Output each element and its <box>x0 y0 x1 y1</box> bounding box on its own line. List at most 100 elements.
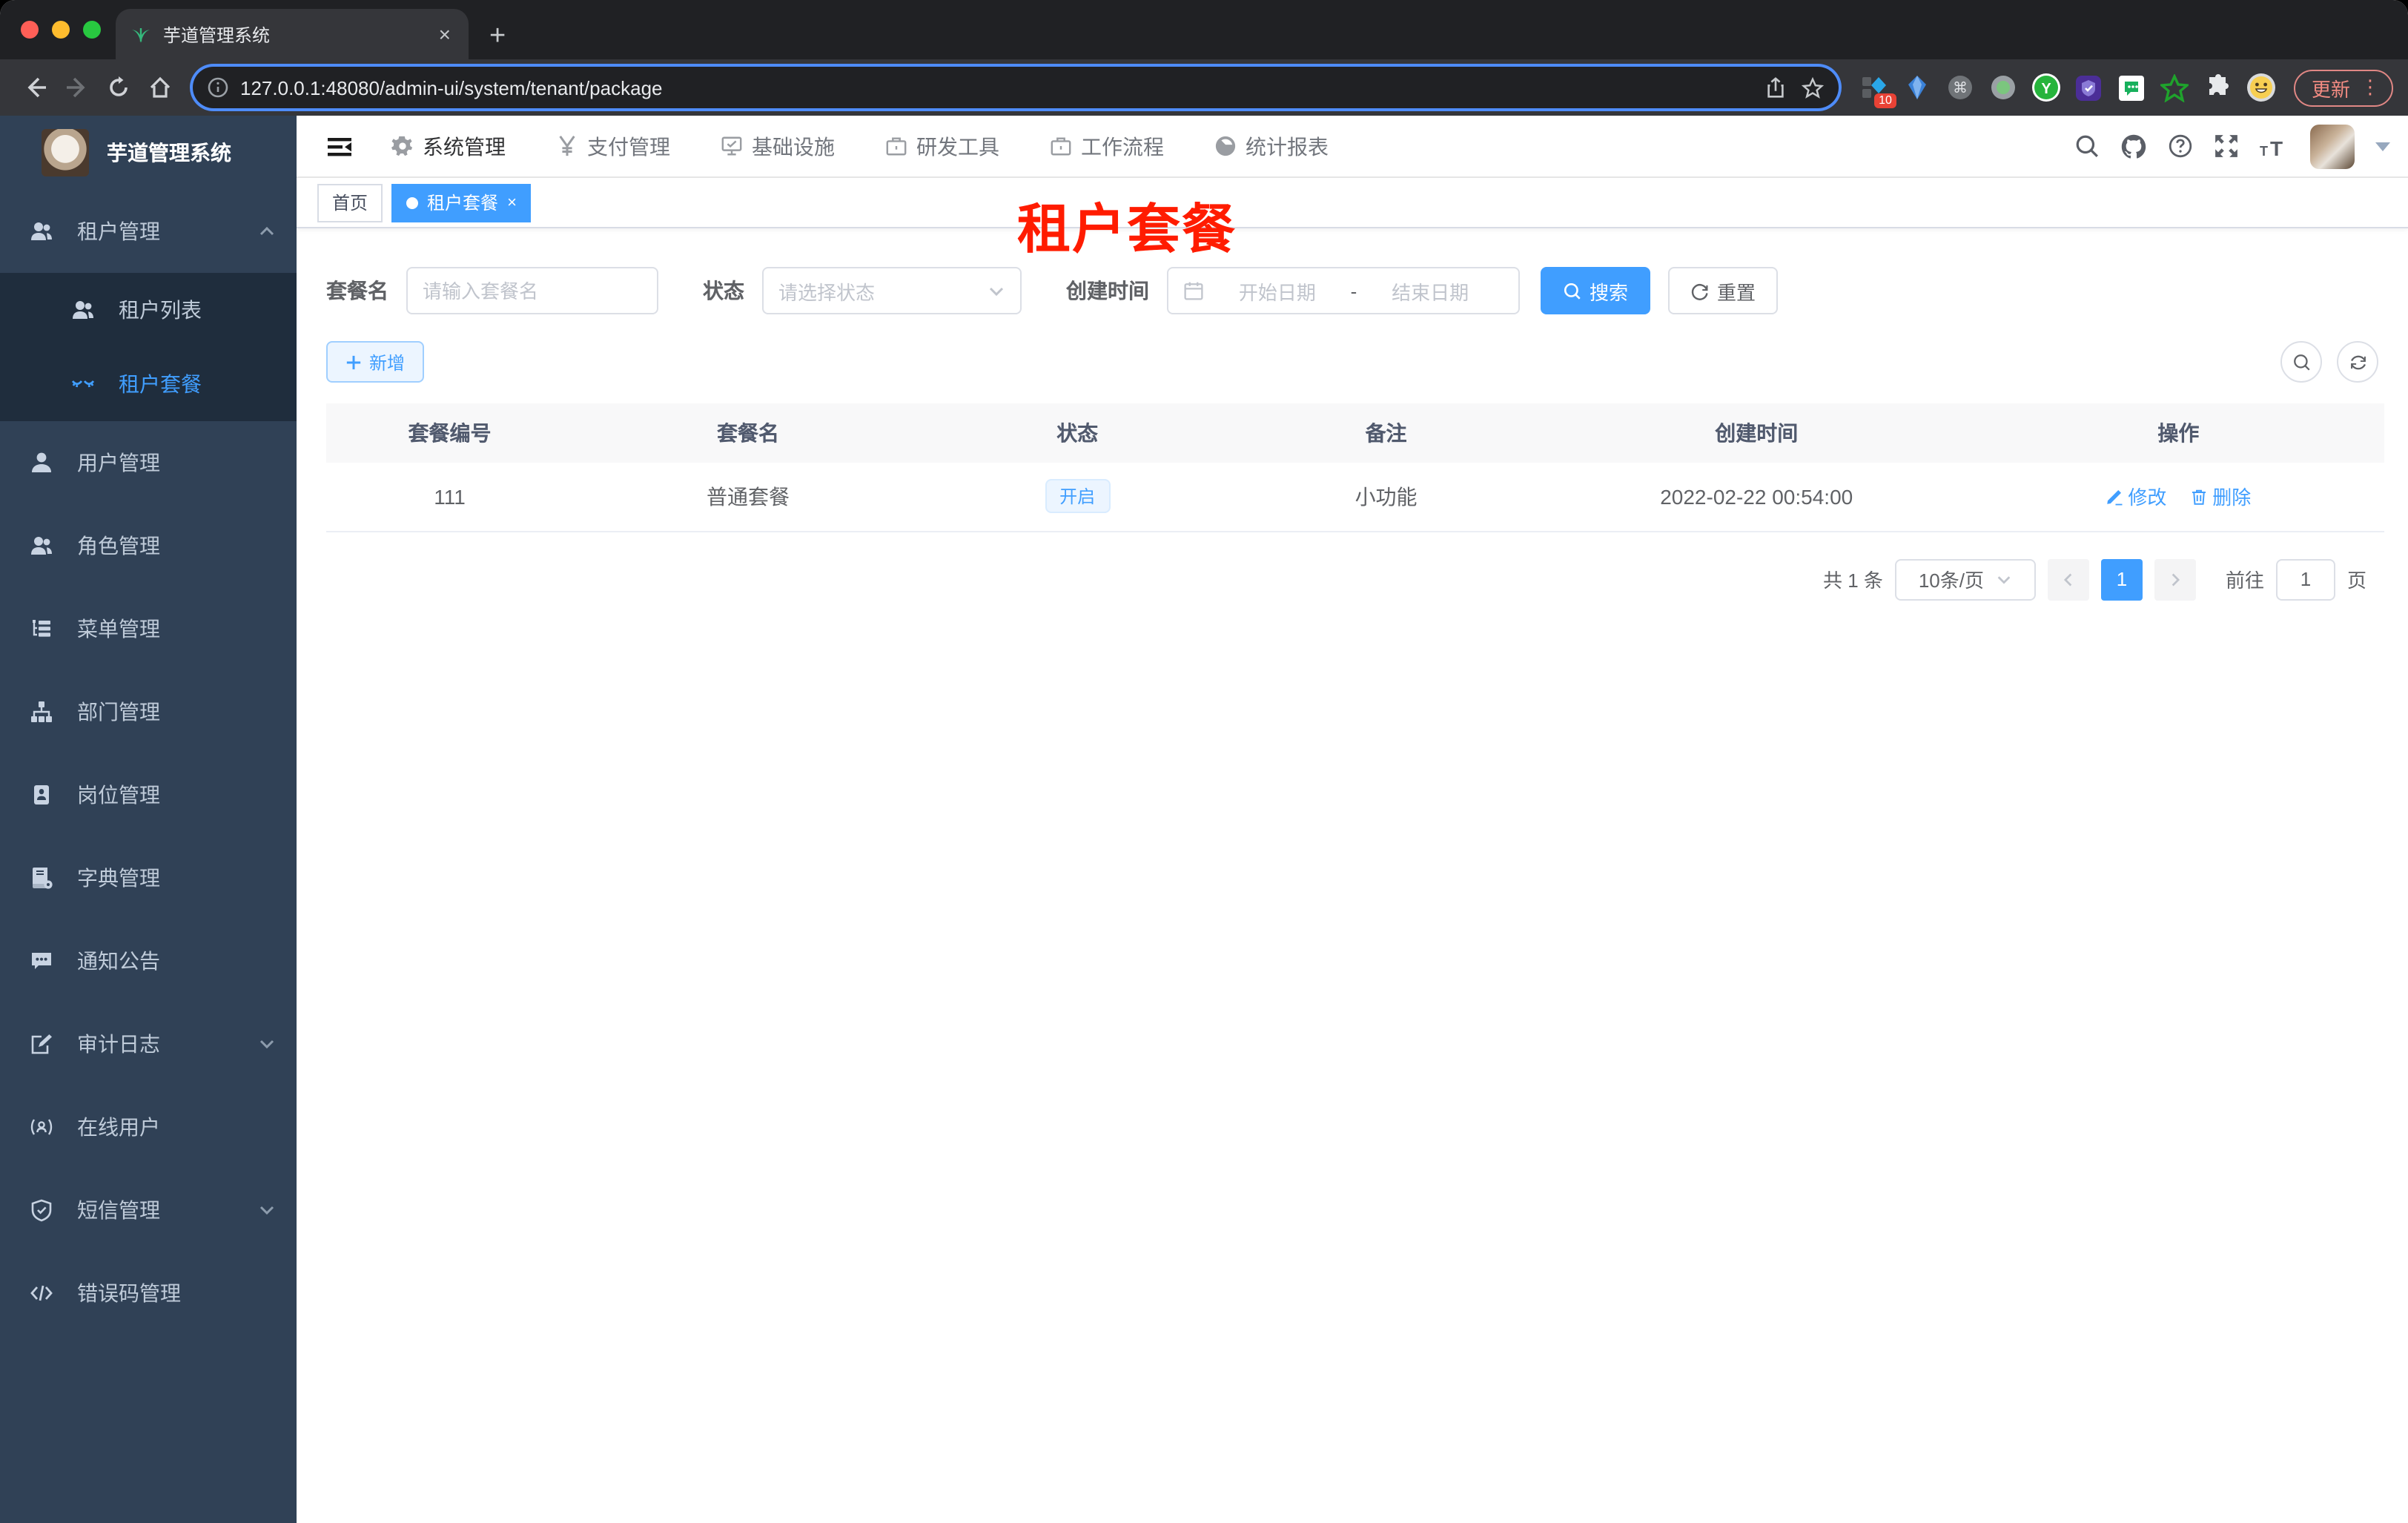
nav-item-dev-tools[interactable]: 研发工具 <box>885 131 999 161</box>
home-icon[interactable] <box>139 67 181 108</box>
package-name-input[interactable] <box>423 280 642 302</box>
app-logo-row[interactable]: 芋道管理系统 <box>0 116 297 190</box>
fullscreen-icon[interactable] <box>2214 133 2239 159</box>
github-icon[interactable] <box>2120 133 2147 159</box>
sidebar-item-menu-management[interactable]: 菜单管理 <box>0 587 297 670</box>
extension-gray-green-icon[interactable] <box>1988 73 2018 102</box>
filter-form: 套餐名 状态 请选择状态 创建时间 开始日期 - <box>326 267 2384 314</box>
table-header: 套餐编号 套餐名 状态 备注 创建时间 操作 <box>326 403 2384 463</box>
tag-close-icon[interactable]: × <box>507 194 517 211</box>
sidebar-item-user-management[interactable]: 用户管理 <box>0 421 297 504</box>
extension-chat-icon[interactable] <box>2117 73 2147 102</box>
nav-item-label: 统计报表 <box>1246 134 1329 158</box>
forward-icon[interactable] <box>56 67 98 108</box>
briefcase-icon <box>1050 135 1072 157</box>
avatar-caret-icon[interactable] <box>2375 142 2390 151</box>
font-size-icon[interactable]: TT <box>2260 134 2289 158</box>
sidebar-item-tenant-package[interactable]: 租户套餐 <box>0 347 297 421</box>
cell-package-id: 111 <box>326 463 574 532</box>
tag-home[interactable]: 首页 <box>317 183 383 222</box>
sidebar-item-dept-management[interactable]: 部门管理 <box>0 670 297 753</box>
extension-gem-icon[interactable] <box>1902 73 1932 102</box>
yen-icon <box>556 135 578 157</box>
sidebar-item-online-users[interactable]: 在线用户 <box>0 1086 297 1169</box>
url-bar[interactable]: 127.0.0.1:48080/admin-ui/system/tenant/p… <box>193 67 1839 108</box>
sidebar: 芋道管理系统 租户管理 租户列表 租户套餐 用户管理 角色管理 菜单管理 部门管… <box>0 116 297 1523</box>
chevron-down-icon <box>258 1201 276 1219</box>
extension-badge: 10 <box>1874 93 1896 108</box>
peoples-icon <box>30 534 53 558</box>
profile-emoji-icon[interactable] <box>2246 73 2276 102</box>
prev-page-button[interactable] <box>2047 558 2089 600</box>
sidebar-item-post-management[interactable]: 岗位管理 <box>0 753 297 836</box>
extension-tabs-icon[interactable]: 10 <box>1859 73 1896 108</box>
extension-y-label: Y <box>2041 81 2051 97</box>
search-icon[interactable] <box>2074 133 2100 159</box>
sidebar-item-role-management[interactable]: 角色管理 <box>0 504 297 587</box>
col-package-name: 套餐名 <box>573 403 923 463</box>
delete-link[interactable]: 删除 <box>2190 483 2251 511</box>
bookmark-star-icon[interactable] <box>1801 76 1824 99</box>
help-icon[interactable] <box>2168 133 2193 159</box>
site-info-icon[interactable] <box>208 77 228 98</box>
pagination-total: 共 1 条 <box>1823 569 1883 592</box>
sidebar-item-error-code[interactable]: 错误码管理 <box>0 1252 297 1335</box>
reload-icon[interactable] <box>98 67 139 108</box>
maximize-window-button[interactable] <box>83 21 101 39</box>
nav-item-payment[interactable]: 支付管理 <box>556 131 670 161</box>
table-row: 111 普通套餐 开启 小功能 2022-02-22 00:54:00 修改 删… <box>326 463 2384 532</box>
nav-item-system[interactable]: 系统管理 <box>391 131 506 161</box>
new-tab-button[interactable]: + <box>489 22 506 50</box>
sidebar-item-tenant-management[interactable]: 租户管理 <box>0 190 297 273</box>
next-page-button[interactable] <box>2154 558 2196 600</box>
edit-link[interactable]: 修改 <box>2106 483 2166 511</box>
reset-button[interactable]: 重置 <box>1668 267 1779 314</box>
extension-y-icon[interactable]: Y <box>2031 73 2061 102</box>
sidebar-item-notice[interactable]: 通知公告 <box>0 919 297 1002</box>
sidebar-item-dict-management[interactable]: 字典管理 <box>0 836 297 919</box>
browser-update-button[interactable]: 更新 ⋮ <box>2293 69 2393 106</box>
share-icon[interactable] <box>1764 76 1787 99</box>
filter-date-label: 创建时间 <box>1066 279 1149 303</box>
close-window-button[interactable] <box>21 21 39 39</box>
sidebar-item-sms-management[interactable]: 短信管理 <box>0 1169 297 1252</box>
tag-label: 租户套餐 <box>427 193 499 214</box>
sidebar-item-label: 部门管理 <box>77 700 160 724</box>
sidebar-item-tenant-list[interactable]: 租户列表 <box>0 273 297 347</box>
page-size-select[interactable]: 10条/页 <box>1894 558 2036 600</box>
refresh-table-button[interactable] <box>2337 341 2378 383</box>
tab-close-icon[interactable]: × <box>436 22 454 46</box>
sidebar-item-label: 在线用户 <box>77 1115 160 1139</box>
url-text[interactable]: 127.0.0.1:48080/admin-ui/system/tenant/p… <box>240 76 1750 99</box>
search-icon <box>1564 282 1581 299</box>
add-button[interactable]: 新增 <box>326 341 425 383</box>
goto-page-input[interactable] <box>2275 558 2335 600</box>
edit-link-label: 修改 <box>2128 486 2167 509</box>
browser-tab[interactable]: 芋道管理系统 × <box>116 9 469 59</box>
extension-star-icon[interactable] <box>2160 73 2190 102</box>
tag-tenant-package[interactable]: 租户套餐 × <box>391 183 532 222</box>
sidebar-collapse-icon[interactable] <box>314 121 365 171</box>
nav-item-workflow[interactable]: 工作流程 <box>1050 131 1164 161</box>
search-button[interactable]: 搜索 <box>1541 267 1651 314</box>
date-end-placeholder[interactable]: 结束日期 <box>1357 277 1504 305</box>
goto-unit-label: 页 <box>2346 569 2366 592</box>
extension-command-icon[interactable]: ⌘ <box>1945 73 1975 102</box>
minimize-window-button[interactable] <box>52 21 70 39</box>
sidebar-item-label: 审计日志 <box>77 1032 160 1056</box>
sidebar-item-audit-log[interactable]: 审计日志 <box>0 1002 297 1086</box>
chevron-up-icon <box>258 222 276 240</box>
back-icon[interactable] <box>15 67 56 108</box>
extension-shield-icon[interactable] <box>2074 73 2104 102</box>
status-select[interactable]: 请选择状态 <box>762 267 1022 314</box>
date-start-placeholder[interactable]: 开始日期 <box>1204 277 1351 305</box>
nav-item-reports[interactable]: 统计报表 <box>1214 131 1329 161</box>
current-page-button[interactable]: 1 <box>2100 558 2143 600</box>
date-range-picker[interactable]: 开始日期 - 结束日期 <box>1167 267 1520 314</box>
table-toolbar: 新增 <box>326 341 2384 383</box>
extensions-puzzle-icon[interactable] <box>2203 73 2233 102</box>
show-search-button[interactable] <box>2280 341 2322 383</box>
nav-item-infrastructure[interactable]: 基础设施 <box>721 131 835 161</box>
browser-menu-kebab-icon[interactable]: ⋮ <box>2361 76 2380 99</box>
user-avatar[interactable] <box>2310 124 2355 168</box>
